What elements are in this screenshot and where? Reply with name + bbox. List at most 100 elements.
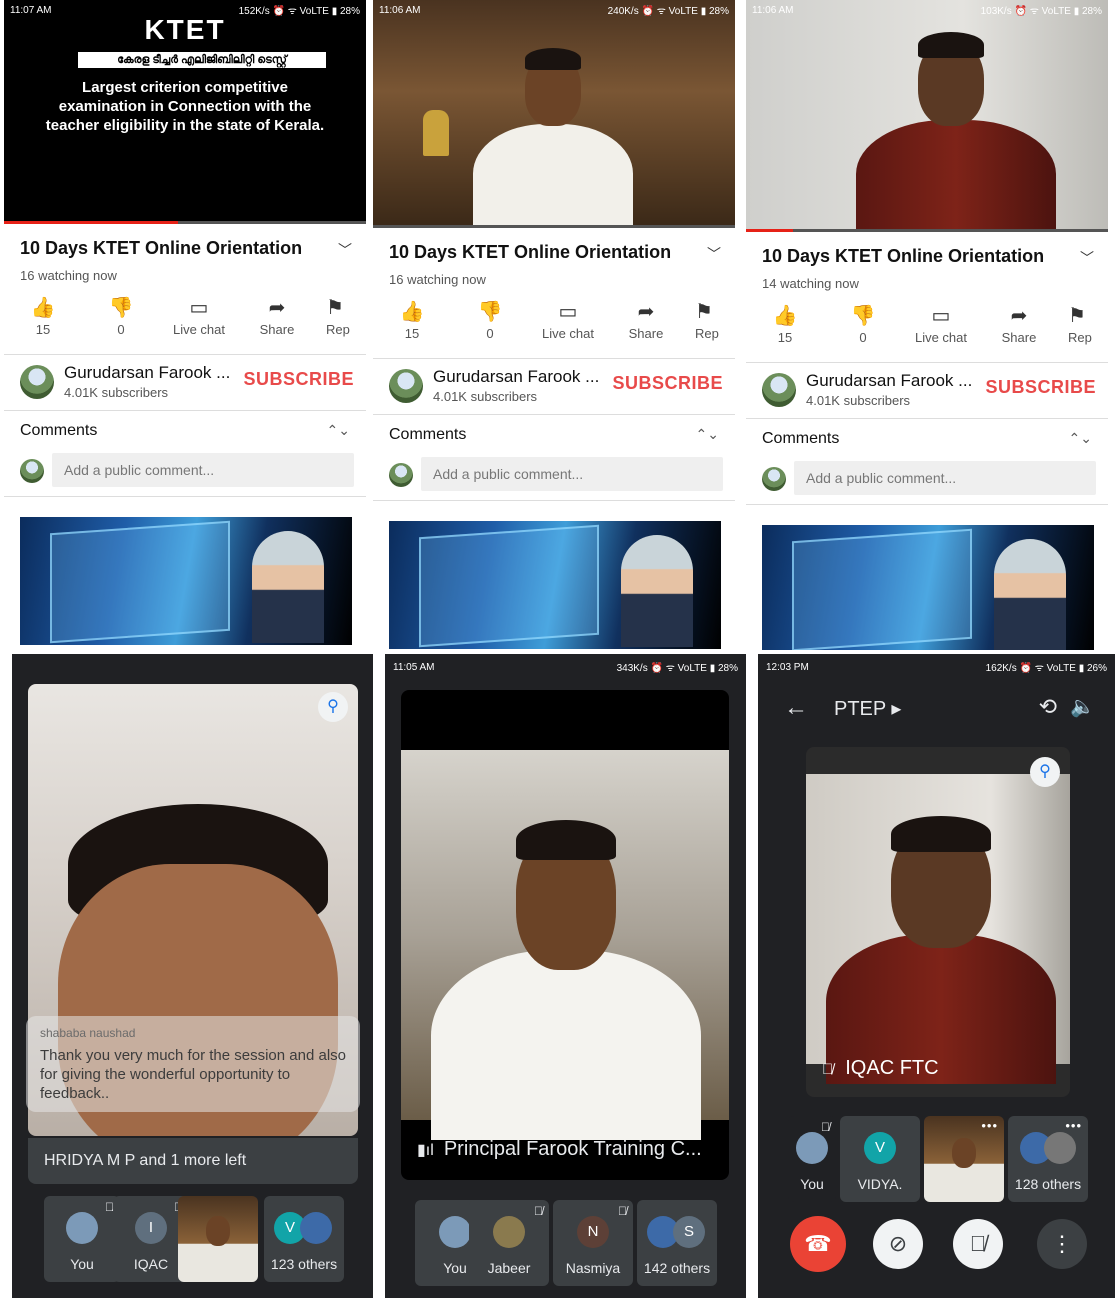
mic-off-icon: 🎙̸ xyxy=(821,1120,830,1134)
channel-name[interactable]: Gurudarsan Farook ... xyxy=(806,371,972,391)
share-icon: ➦ xyxy=(637,301,655,323)
channel-name[interactable]: Gurudarsan Farook ... xyxy=(433,367,599,387)
flag-icon: ⚑ xyxy=(1068,305,1086,327)
channel-row[interactable]: Gurudarsan Farook ... 4.01K subscribers … xyxy=(373,361,735,411)
user-avatar xyxy=(389,463,413,487)
more-options-icon[interactable]: ••• xyxy=(1065,1118,1082,1133)
status-time: 11:05 AM xyxy=(393,661,435,673)
end-call-button[interactable]: ☎ xyxy=(790,1216,846,1272)
participant-tile-you[interactable]: 🎙̸ You xyxy=(44,1196,120,1282)
report-button[interactable]: ⚑ Rep xyxy=(316,294,356,350)
more-options-button[interactable]: ⋮ xyxy=(1037,1219,1087,1269)
sort-icon[interactable]: ⌃⌄ xyxy=(1069,430,1092,447)
participant-tile-nasmiya[interactable]: 🎙̸ N Nasmiya xyxy=(553,1200,633,1286)
more-options-icon[interactable]: ••• xyxy=(981,1118,998,1133)
comment-input[interactable]: Add a public comment... xyxy=(794,461,1096,495)
participant-tile-video[interactable]: ••• xyxy=(924,1116,1004,1202)
channel-row[interactable]: Gurudarsan Farook ... 4.01K subscribers … xyxy=(4,357,366,407)
more-vert-icon: ⋮ xyxy=(1051,1231,1073,1256)
speaker-icon[interactable]: 🔈 xyxy=(1070,694,1095,719)
video-title: 10 Days KTET Online Orientation xyxy=(762,246,1045,266)
speaker-figure xyxy=(856,20,1056,232)
video-player[interactable] xyxy=(373,0,735,228)
live-chat-button[interactable]: ▭ Live chat xyxy=(529,298,607,354)
progress-track[interactable] xyxy=(373,225,735,228)
main-video-tile[interactable]: ⚲ 🎙̸ IQAC FTC xyxy=(806,747,1070,1097)
pin-icon[interactable]: ⚲ xyxy=(318,692,348,722)
channel-row[interactable]: Gurudarsan Farook ... 4.01K subscribers … xyxy=(746,365,1108,415)
subscriber-count: 4.01K subscribers xyxy=(806,393,911,408)
participant-tile-video[interactable] xyxy=(178,1196,258,1282)
mic-toggle-button[interactable]: 🎙̸ xyxy=(953,1219,1003,1269)
comments-header[interactable]: Comments xyxy=(20,422,97,440)
like-button[interactable]: 👍 15 xyxy=(746,302,824,358)
participant-tile-you[interactable]: 🎙̸ You xyxy=(788,1116,836,1202)
comment-input[interactable]: Add a public comment... xyxy=(421,457,723,491)
participant-tile-others[interactable]: S 142 others xyxy=(637,1200,717,1286)
ad-banner-image[interactable] xyxy=(20,517,352,645)
video-player[interactable]: KTET കേരള ടീച്ചർ എലിജിബിലിറ്റി ടെസ്റ്റ് … xyxy=(4,0,366,224)
screenshot-collage: KTET കേരള ടീച്ചർ എലിജിബിലിറ്റി ടെസ്റ്റ് … xyxy=(0,0,1115,1298)
comments-header[interactable]: Comments xyxy=(762,430,839,448)
meet-panel-2: 11:05 AM 343K/s ⏰ ᯤ VoLTE ▮ 28% ▮ıl Princ… xyxy=(385,654,746,1298)
participant-tile-vidya[interactable]: V VIDYA. xyxy=(840,1116,920,1202)
live-chat-button[interactable]: ▭ Live chat xyxy=(902,302,980,358)
expand-chevron-icon[interactable]: ﹀ xyxy=(338,240,352,260)
watching-count: 16 watching now xyxy=(389,272,486,287)
live-chat-button[interactable]: ▭ Live chat xyxy=(160,294,238,350)
subscribe-button[interactable]: SUBSCRIBE xyxy=(985,377,1096,398)
thumbs-down-icon: 👎 xyxy=(477,301,503,323)
back-arrow-icon[interactable]: ← xyxy=(784,694,808,722)
subscribe-button[interactable]: SUBSCRIBE xyxy=(243,369,354,390)
ad-banner-image[interactable] xyxy=(762,525,1094,650)
pin-icon[interactable]: ⚲ xyxy=(1030,757,1060,787)
surgeon-figure xyxy=(994,539,1066,650)
share-button[interactable]: ➦ Share xyxy=(980,302,1058,358)
dislike-button[interactable]: 👎 0 xyxy=(451,298,529,354)
like-button[interactable]: 👍 15 xyxy=(4,294,82,350)
report-button[interactable]: ⚑ Rep xyxy=(1058,302,1098,358)
channel-avatar[interactable] xyxy=(389,369,423,403)
camera-toggle-button[interactable]: ⊘ xyxy=(873,1219,923,1269)
comment-composer: Add a public comment... xyxy=(4,453,366,487)
report-button[interactable]: ⚑ Rep xyxy=(685,298,725,354)
status-indicators: 343K/s ⏰ ᯤ VoLTE ▮ 28% xyxy=(616,663,738,674)
like-button[interactable]: 👍 15 xyxy=(373,298,451,354)
participant-tile-others[interactable]: ••• 128 others xyxy=(1008,1116,1088,1202)
channel-avatar[interactable] xyxy=(762,373,796,407)
participant-tile-others[interactable]: V 123 others xyxy=(264,1196,344,1282)
channel-avatar[interactable] xyxy=(20,365,54,399)
meet-panel-1: ⚲ shababa naushad Thank you very much fo… xyxy=(12,654,373,1298)
action-bar: 👍 15 👎 0 ▭ Live chat ➦ Share ⚑ Rep xyxy=(746,302,1108,358)
youtube-panel-1: KTET കേരള ടീച്ചർ എലിജിബിലിറ്റി ടെസ്റ്റ് … xyxy=(4,0,366,650)
expand-chevron-icon[interactable]: ﹀ xyxy=(1080,248,1094,268)
share-button[interactable]: ➦ Share xyxy=(238,294,316,350)
subscribe-button[interactable]: SUBSCRIBE xyxy=(612,373,723,394)
main-video-tile[interactable]: ▮ıl Principal Farook Training C... xyxy=(401,690,729,1180)
switch-camera-icon[interactable]: ⟲ xyxy=(1039,694,1057,720)
channel-name[interactable]: Gurudarsan Farook ... xyxy=(64,363,230,383)
youtube-panel-2: 11:06 AM 240K/s ⏰ ᯤ VoLTE ▮ 28% 10 Days … xyxy=(373,0,735,650)
ad-banner-image[interactable] xyxy=(389,521,721,649)
trophy-graphic xyxy=(423,110,449,156)
sort-icon[interactable]: ⌃⌄ xyxy=(327,422,350,439)
left-notice: HRIDYA M P and 1 more left xyxy=(28,1138,358,1184)
participant-tile-jabeer[interactable]: 🎙̸ Jabeer xyxy=(469,1200,549,1286)
sort-icon[interactable]: ⌃⌄ xyxy=(696,426,719,443)
dislike-button[interactable]: 👎 0 xyxy=(82,294,160,350)
thumbs-up-icon: 👍 xyxy=(30,297,56,319)
share-button[interactable]: ➦ Share xyxy=(607,298,685,354)
comments-header[interactable]: Comments xyxy=(389,426,466,444)
speaker-figure xyxy=(952,1138,976,1168)
dislike-button[interactable]: 👎 0 xyxy=(824,302,902,358)
video-player[interactable] xyxy=(746,0,1108,232)
progress-track[interactable] xyxy=(746,229,1108,232)
thumbs-down-icon: 👎 xyxy=(850,305,876,327)
avatar xyxy=(66,1212,98,1244)
comment-input[interactable]: Add a public comment... xyxy=(52,453,354,487)
slide-malayalam-banner: കേരള ടീച്ചർ എലിജിബിലിറ്റി ടെസ്റ്റ് xyxy=(78,52,326,68)
expand-chevron-icon[interactable]: ﹀ xyxy=(707,244,721,264)
meeting-title[interactable]: PTEP ▸ xyxy=(834,696,901,721)
hologram-screen-graphic xyxy=(419,524,599,648)
status-time: 12:03 PM xyxy=(766,661,809,673)
